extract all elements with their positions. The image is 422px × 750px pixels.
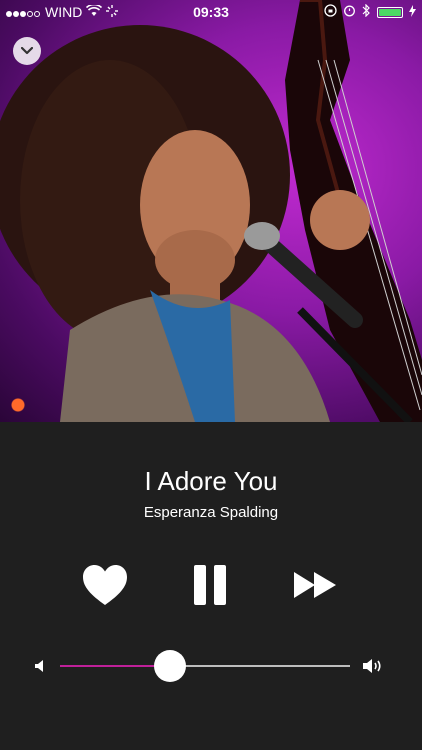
like-button[interactable] (80, 560, 130, 610)
battery-icon (377, 6, 403, 18)
album-artwork (0, 0, 422, 422)
fast-forward-icon (294, 572, 336, 598)
charging-icon (409, 4, 416, 20)
speaker-high-icon (362, 657, 384, 680)
speaker-low-icon (34, 659, 46, 678)
track-title: I Adore You (144, 466, 278, 496)
artwork-illustration (0, 0, 422, 422)
player-panel: I Adore You Esperanza Spalding (0, 422, 422, 750)
rotation-lock-icon (324, 4, 337, 20)
bluetooth-icon (362, 3, 371, 20)
volume-slider[interactable] (0, 644, 422, 688)
status-bar: WIND 09:33 (0, 0, 422, 24)
volume-track[interactable] (60, 665, 350, 667)
track-artist: Esperanza Spalding (143, 504, 279, 521)
next-track-button[interactable] (290, 560, 340, 610)
heart-icon (83, 565, 127, 605)
volume-thumb[interactable] (154, 650, 187, 682)
status-bar-right (324, 3, 416, 20)
collapse-player-button[interactable] (13, 37, 41, 65)
chevron-down-icon (21, 47, 33, 55)
pause-button[interactable] (185, 560, 235, 610)
battery-level (379, 8, 401, 16)
alarm-icon (343, 4, 356, 20)
pause-icon (194, 565, 226, 605)
